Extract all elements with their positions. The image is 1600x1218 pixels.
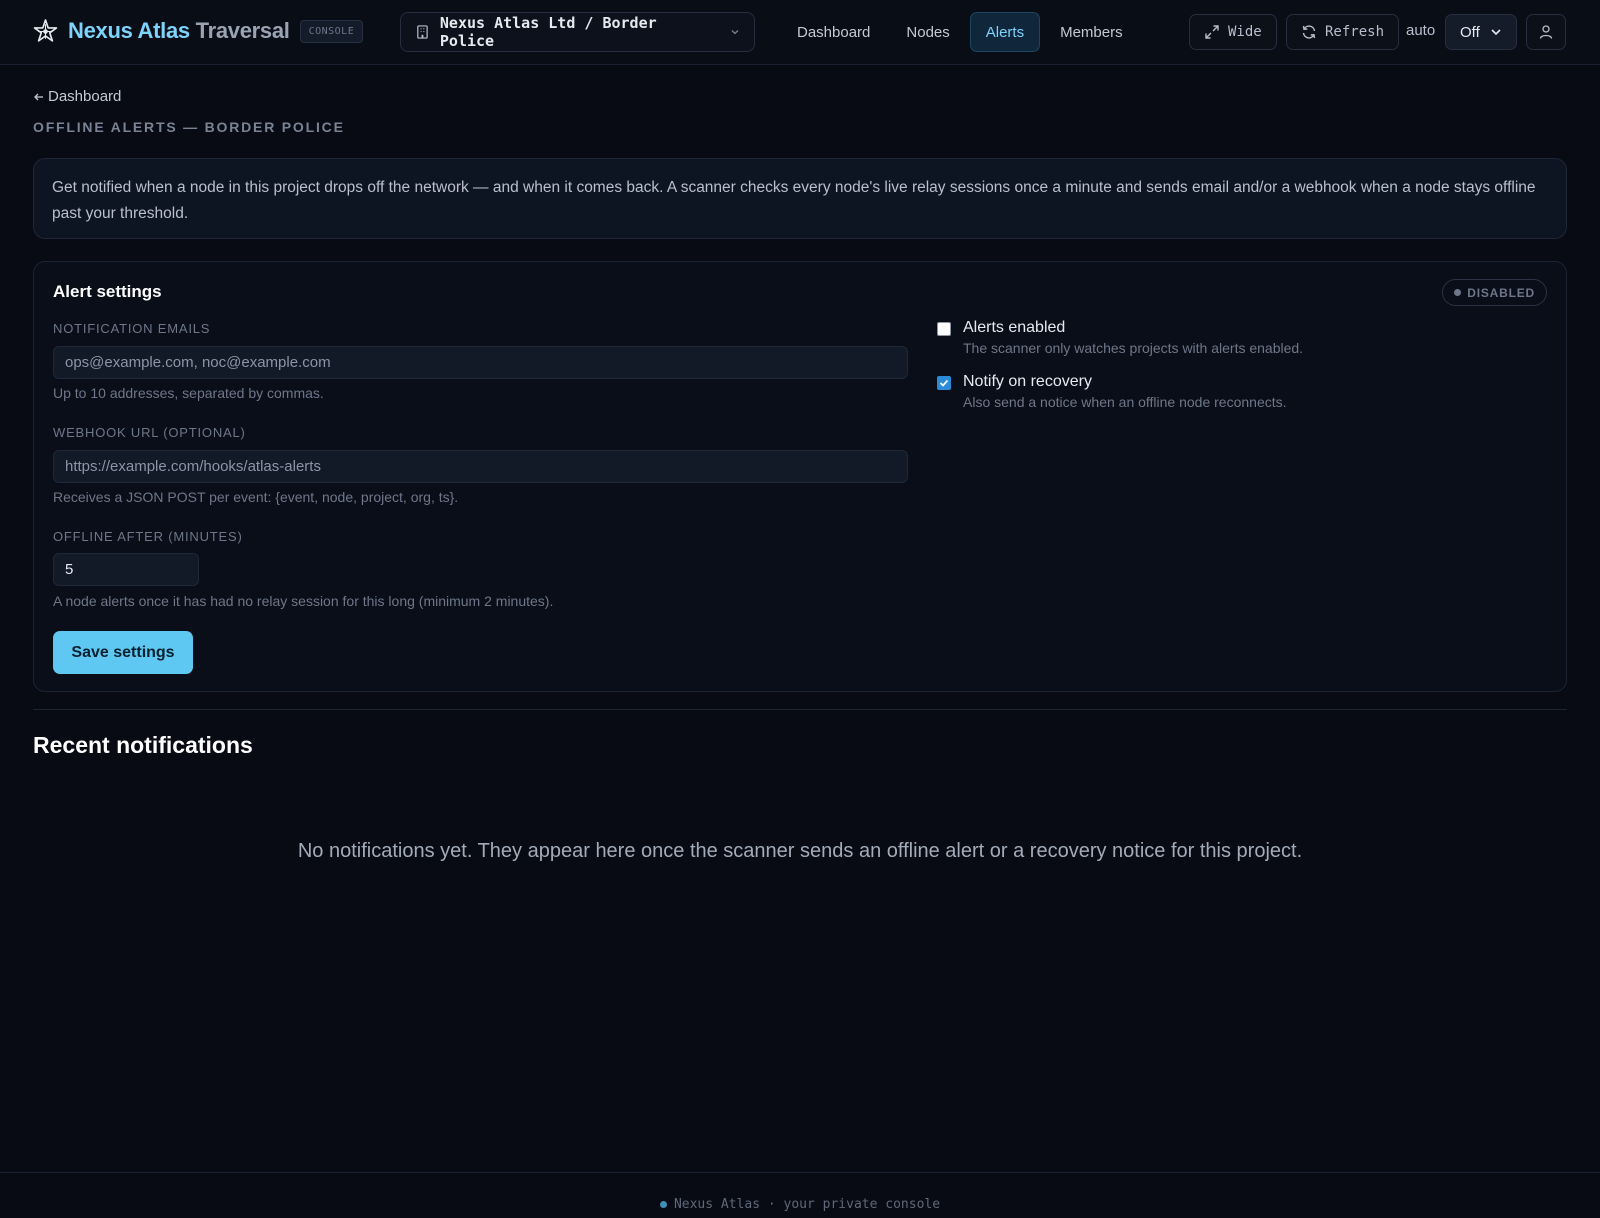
empty-notifications-message: No notifications yet. They appear here o…	[297, 840, 1303, 862]
nav-members[interactable]: Members	[1044, 12, 1139, 52]
wide-label: Wide	[1228, 24, 1262, 40]
back-to-dashboard-link[interactable]: Dashboard	[33, 88, 121, 105]
offline-after-help: A node alerts once it has had no relay s…	[53, 593, 554, 609]
status-badge: DISABLED	[1442, 279, 1547, 306]
notify-recovery-option[interactable]: Notify on recovery Also send a notice wh…	[937, 373, 1287, 410]
alerts-enabled-desc: The scanner only watches projects with a…	[963, 340, 1304, 356]
status-badge-label: DISABLED	[1467, 285, 1535, 300]
brand-name: Nexus Atlas Traversal	[68, 18, 290, 44]
auto-refresh-value: Off	[1460, 23, 1480, 41]
user-icon	[1539, 25, 1553, 39]
save-settings-button[interactable]: Save settings	[53, 631, 193, 674]
user-menu-button[interactable]	[1526, 14, 1566, 50]
brand-primary: Nexus Atlas	[68, 18, 190, 43]
refresh-icon	[1302, 25, 1316, 39]
expand-icon	[1205, 25, 1219, 39]
main-nav: Dashboard Nodes Alerts Members	[781, 12, 1143, 52]
alerts-enabled-option[interactable]: Alerts enabled The scanner only watches …	[937, 319, 1303, 356]
arrow-left-icon	[34, 93, 43, 100]
notify-recovery-desc: Also send a notice when an offline node …	[963, 394, 1287, 410]
atlas-logo-icon	[33, 18, 58, 42]
intro-banner: Get notified when a node in this project…	[33, 158, 1567, 239]
nav-alerts[interactable]: Alerts	[969, 12, 1041, 52]
building-icon	[417, 25, 428, 39]
notify-recovery-checkbox[interactable]	[937, 376, 951, 390]
status-dot	[1454, 289, 1462, 296]
refresh-label: Refresh	[1325, 24, 1385, 40]
auto-refresh-label: auto	[1406, 22, 1436, 39]
offline-after-label: OFFLINE AFTER (MINUTES)	[53, 529, 243, 544]
page-title: OFFLINE ALERTS — BORDER POLICE	[33, 119, 345, 135]
offline-after-input[interactable]: 5	[53, 553, 199, 586]
refresh-button[interactable]: Refresh	[1286, 14, 1400, 50]
recent-notifications-title: Recent notifications	[33, 732, 253, 758]
alerts-enabled-title: Alerts enabled	[963, 319, 1066, 336]
emails-label: NOTIFICATION EMAILS	[53, 321, 211, 336]
emails-help: Up to 10 addresses, separated by commas.	[53, 385, 324, 401]
console-badge: CONSOLE	[299, 19, 364, 43]
chevron-down-icon	[1491, 29, 1501, 36]
webhook-label: WEBHOOK URL (OPTIONAL)	[53, 425, 246, 440]
webhook-url-input[interactable]: https://example.com/hooks/atlas-alerts	[53, 450, 908, 483]
nav-nodes[interactable]: Nodes	[890, 12, 965, 52]
notification-emails-input[interactable]: ops@example.com, noc@example.com	[53, 346, 908, 379]
footer: Nexus Atlas · your private console	[0, 1172, 1600, 1218]
brand[interactable]: Nexus Atlas Traversal CONSOLE	[33, 16, 364, 46]
checkmark-icon	[939, 379, 949, 387]
webhook-help: Receives a JSON POST per event: {event, …	[53, 489, 459, 505]
section-divider	[33, 709, 1567, 710]
back-link-label: Dashboard	[48, 88, 122, 105]
footer-status-dot	[659, 1201, 667, 1208]
org-project-selector[interactable]: Nexus Atlas Ltd / Border Police	[400, 12, 755, 52]
nav-dashboard[interactable]: Dashboard	[781, 12, 886, 52]
alert-settings-card: Alert settings DISABLED NOTIFICATION EMA…	[33, 261, 1567, 692]
settings-title: Alert settings	[53, 282, 162, 301]
top-bar: Nexus Atlas Traversal CONSOLE Nexus Atla…	[0, 0, 1600, 65]
auto-refresh-select[interactable]: Off	[1445, 14, 1517, 50]
footer-text-row: Nexus Atlas · your private console	[0, 1197, 1600, 1212]
chevron-down-icon	[731, 30, 739, 35]
wide-button[interactable]: Wide	[1189, 14, 1277, 50]
notify-recovery-title: Notify on recovery	[963, 373, 1092, 390]
alerts-enabled-checkbox[interactable]	[937, 322, 951, 336]
org-selector-label: Nexus Atlas Ltd / Border Police	[439, 14, 657, 50]
brand-secondary: Traversal	[195, 18, 290, 43]
footer-text: Nexus Atlas · your private console	[673, 1197, 941, 1212]
